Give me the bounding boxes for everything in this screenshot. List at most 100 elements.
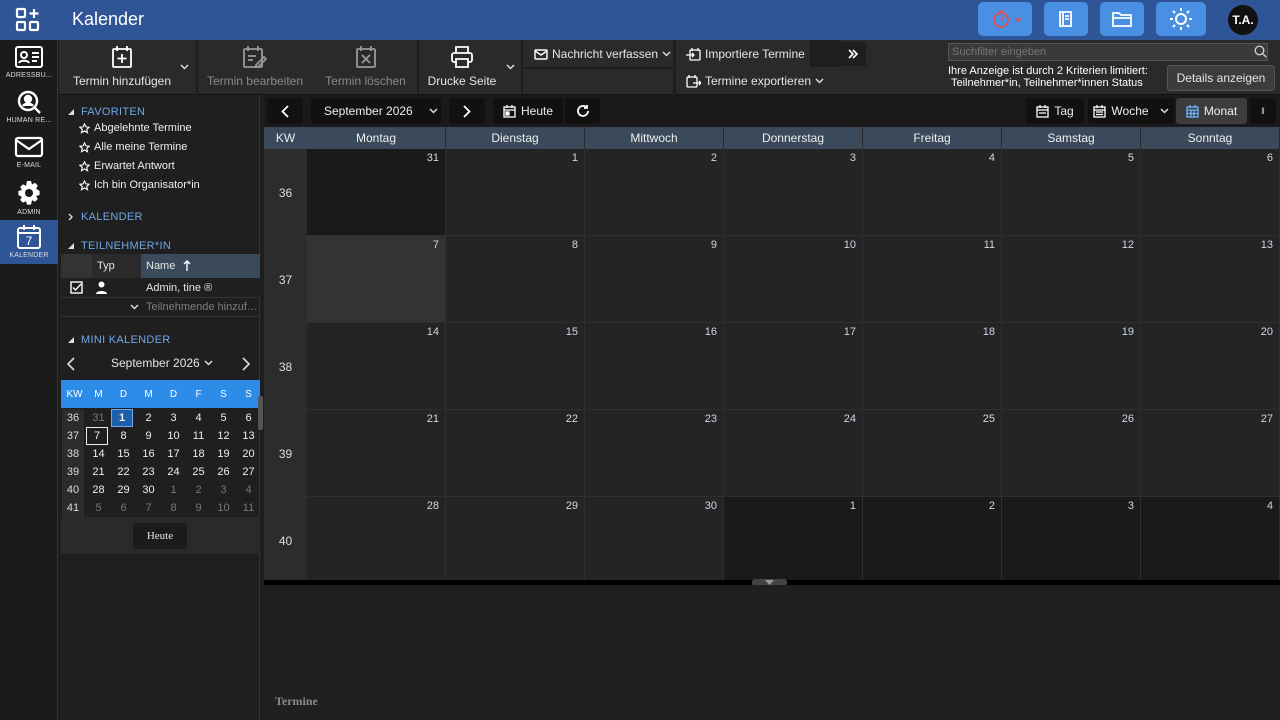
mini-day[interactable]: 13 (236, 427, 261, 445)
nav-item-human-resources[interactable]: HUMAN RE... (0, 85, 58, 129)
mini-week-number[interactable]: 37 (62, 427, 84, 445)
mini-day[interactable]: 27 (236, 463, 261, 481)
mini-week-number[interactable]: 41 (62, 499, 84, 517)
day-cell[interactable]: 26 (1002, 410, 1141, 497)
day-cell[interactable]: 20 (1141, 323, 1280, 410)
day-cell[interactable]: 1 (446, 149, 585, 236)
calendars-toggle[interactable]: KALENDER (67, 211, 143, 223)
mini-day[interactable]: 19 (211, 445, 236, 463)
next-month-button[interactable] (449, 98, 485, 124)
mini-day[interactable]: 14 (86, 445, 111, 463)
today-button[interactable]: Heute (493, 98, 563, 124)
mini-day[interactable]: 11 (186, 427, 211, 445)
print-dropdown[interactable] (502, 58, 518, 76)
mini-day[interactable]: 31 (86, 409, 111, 427)
favorite-item[interactable]: Ich bin Organisator*in (79, 179, 200, 191)
mini-day[interactable]: 26 (211, 463, 236, 481)
week-number[interactable]: 39 (264, 410, 307, 497)
day-cell[interactable]: 30 (585, 497, 724, 584)
day-cell[interactable]: 5 (1002, 149, 1141, 236)
nav-item-email[interactable]: E-MAIL (0, 130, 58, 174)
add-event-dropdown[interactable] (176, 58, 192, 76)
day-cell[interactable]: 29 (446, 497, 585, 584)
view-month-button[interactable]: Monat (1176, 98, 1247, 124)
day-cell[interactable]: 15 (446, 323, 585, 410)
view-more-button[interactable]: ‖ (1250, 98, 1276, 124)
participants-toggle[interactable]: TEILNEHMER*IN (67, 240, 171, 252)
day-cell[interactable]: 24 (724, 410, 863, 497)
edit-event-button[interactable]: Termin bearbeiten (198, 40, 312, 88)
mini-day[interactable]: 3 (211, 481, 236, 499)
day-cell[interactable]: 31 (307, 149, 446, 236)
day-cell[interactable]: 14 (307, 323, 446, 410)
export-events-button[interactable]: Termine exportieren (686, 73, 824, 89)
mini-day[interactable]: 30 (136, 481, 161, 499)
day-cell[interactable]: 23 (585, 410, 724, 497)
mini-week-number[interactable]: 38 (62, 445, 84, 463)
mini-day[interactable]: 8 (111, 427, 136, 445)
mini-day[interactable]: 20 (236, 445, 261, 463)
mini-day[interactable]: 4 (186, 409, 211, 427)
mini-day[interactable]: 18 (186, 445, 211, 463)
day-cell[interactable]: 6 (1141, 149, 1280, 236)
mini-day[interactable]: 10 (161, 427, 186, 445)
user-avatar[interactable]: T.A. (1217, 4, 1269, 36)
day-cell[interactable]: 25 (863, 410, 1002, 497)
mini-month-label[interactable]: September 2026 (111, 356, 200, 370)
day-cell[interactable]: 28 (307, 497, 446, 584)
compose-message-button[interactable]: Nachricht verfassen (534, 46, 671, 62)
mini-day[interactable]: 2 (136, 409, 161, 427)
favorite-item[interactable]: Abgelehnte Termine (79, 122, 192, 134)
day-cell[interactable]: 18 (863, 323, 1002, 410)
mini-prev-icon[interactable] (66, 357, 76, 371)
mini-day[interactable]: 24 (161, 463, 186, 481)
mini-day[interactable]: 10 (211, 499, 236, 517)
prev-month-button[interactable] (267, 98, 303, 124)
mini-day[interactable]: 8 (161, 499, 186, 517)
mini-day[interactable]: 21 (86, 463, 111, 481)
day-cell[interactable]: 22 (446, 410, 585, 497)
mini-day[interactable]: 5 (86, 499, 111, 517)
week-number[interactable]: 36 (264, 149, 307, 236)
week-number[interactable]: 38 (264, 323, 307, 410)
day-cell[interactable]: 4 (1141, 497, 1280, 584)
mini-day[interactable]: 22 (111, 463, 136, 481)
mini-day[interactable]: 16 (136, 445, 161, 463)
day-cell[interactable]: 3 (1002, 497, 1141, 584)
mini-day[interactable]: 28 (86, 481, 111, 499)
checkbox-checked-icon[interactable] (70, 281, 83, 294)
mini-day[interactable]: 17 (161, 445, 186, 463)
day-cell[interactable]: 9 (585, 236, 724, 323)
favorites-toggle[interactable]: FAVORITEN (67, 106, 145, 118)
nav-item-admin[interactable]: ADMIN (0, 175, 58, 219)
day-cell[interactable]: 13 (1141, 236, 1280, 323)
sidebar-resize-handle[interactable] (258, 396, 263, 430)
participant-row[interactable]: Admin, tine ® (61, 278, 260, 298)
add-participant-input[interactable]: Teilnehmende hinzuf… (146, 301, 260, 313)
chevron-down-icon[interactable] (204, 360, 213, 366)
mini-week-number[interactable]: 40 (62, 481, 84, 499)
nav-item-addressbook[interactable]: ADRESSBU... (0, 40, 58, 84)
day-cell[interactable]: 17 (724, 323, 863, 410)
week-number[interactable]: 37 (264, 236, 307, 323)
day-cell[interactable]: 3 (724, 149, 863, 236)
refresh-button[interactable] (565, 98, 600, 124)
view-week-button[interactable]: Woche (1088, 98, 1174, 124)
mini-day[interactable]: 9 (186, 499, 211, 517)
mini-week-number[interactable]: 36 (62, 409, 84, 427)
mini-day[interactable]: 25 (186, 463, 211, 481)
mini-day[interactable]: 23 (136, 463, 161, 481)
delete-event-button[interactable]: Termin löschen (318, 40, 413, 88)
mini-day[interactable]: 3 (161, 409, 186, 427)
theme-button[interactable] (1156, 2, 1206, 36)
day-cell[interactable]: 2 (585, 149, 724, 236)
mini-today-button[interactable]: Heute (133, 523, 187, 549)
day-cell[interactable]: 4 (863, 149, 1002, 236)
day-cell[interactable]: 21 (307, 410, 446, 497)
mini-day[interactable]: 6 (111, 499, 136, 517)
mini-day[interactable]: 1 (111, 409, 133, 427)
mini-day[interactable]: 2 (186, 481, 211, 499)
day-cell[interactable]: 11 (863, 236, 1002, 323)
mini-next-icon[interactable] (241, 357, 251, 371)
day-cell[interactable]: 7 (307, 236, 446, 323)
